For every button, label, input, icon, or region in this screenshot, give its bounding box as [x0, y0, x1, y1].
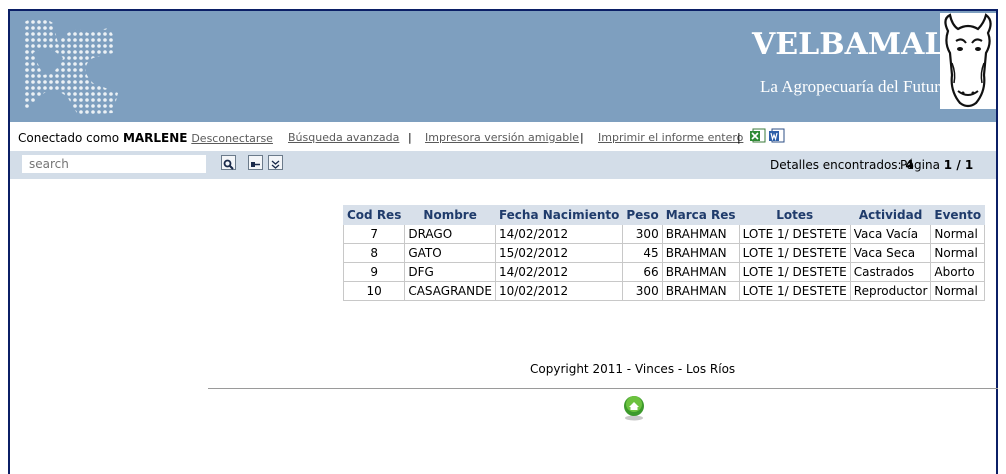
dot-pattern-logo: [23, 18, 118, 115]
excel-export-icon[interactable]: [750, 127, 766, 143]
cell-evento: Normal: [930, 243, 986, 263]
results-count: Detalles encontrados: 4: [770, 158, 914, 172]
table-row: 7 DRAGO 14/02/2012 300 BRAHMAN LOTE 1/ D…: [342, 224, 986, 244]
column-header-actividad[interactable]: Actividad: [849, 205, 932, 225]
header-banner: VELBAMAL La Agropecuaría del Futuro.: [10, 11, 996, 122]
cell-lotes: LOTE 1/ DESTETE: [738, 224, 851, 244]
word-export-icon[interactable]: [769, 127, 785, 143]
cell-fecha-nacimiento: 14/02/2012: [494, 262, 624, 282]
table-row: 8 GATO 15/02/2012 45 BRAHMAN LOTE 1/ DES…: [342, 243, 986, 263]
search-button[interactable]: [221, 155, 236, 170]
brand-title: VELBAMAL: [752, 27, 946, 62]
cell-nombre: DFG: [404, 262, 496, 282]
cell-fecha-nacimiento: 14/02/2012: [494, 224, 624, 244]
cell-cod-res: 7: [342, 224, 406, 244]
cell-nombre: DRAGO: [404, 224, 496, 244]
cell-fecha-nacimiento: 10/02/2012: [494, 281, 624, 301]
cell-peso: 66: [622, 262, 663, 282]
cell-marca-res: BRAHMAN: [661, 262, 740, 282]
cell-marca-res: BRAHMAN: [661, 224, 740, 244]
advanced-search-link[interactable]: Búsqueda avanzada: [288, 131, 399, 144]
print-report-link[interactable]: Imprimir el informe entero: [598, 131, 743, 144]
cell-lotes: LOTE 1/ DESTETE: [738, 281, 851, 301]
cell-actividad: Castrados: [849, 262, 932, 282]
cell-evento: Normal: [930, 224, 986, 244]
cell-peso: 300: [622, 281, 663, 301]
cell-cod-res: 10: [342, 281, 406, 301]
column-header-lotes[interactable]: Lotes: [738, 205, 851, 225]
search-toolbar: Detalles encontrados: 4 Página 1 / 1: [10, 151, 996, 179]
table-row: 10 CASAGRANDE 10/02/2012 300 BRAHMAN LOT…: [342, 281, 986, 301]
magnifier-icon: [223, 159, 234, 170]
cell-actividad: Vaca Vacía: [849, 224, 932, 244]
pagination-info: Página 1 / 1: [900, 158, 973, 172]
cell-cod-res: 8: [342, 243, 406, 263]
link-separator: |: [737, 131, 741, 144]
table-header-row: Cod Res Nombre Fecha Nacimiento Peso Mar…: [342, 205, 986, 225]
brand-subtitle: La Agropecuaría del Futuro.: [760, 77, 953, 96]
cell-peso: 300: [622, 224, 663, 244]
results-table: Cod Res Nombre Fecha Nacimiento Peso Mar…: [342, 205, 986, 301]
cell-nombre: GATO: [404, 243, 496, 263]
cell-marca-res: BRAHMAN: [661, 281, 740, 301]
cell-actividad: Vaca Seca: [849, 243, 932, 263]
page-value: 1 / 1: [943, 158, 974, 172]
show-options-button[interactable]: [248, 155, 263, 170]
page-frame: VELBAMAL La Agropecuaría del Futuro. Con…: [8, 9, 998, 474]
link-bar: Conectado como MARLENE Desconectarse Bús…: [10, 128, 996, 149]
cell-lotes: LOTE 1/ DESTETE: [738, 262, 851, 282]
page-label: Página: [900, 158, 940, 172]
cell-marca-res: BRAHMAN: [661, 243, 740, 263]
cell-nombre: CASAGRANDE: [404, 281, 496, 301]
results-found-label: Detalles encontrados:: [770, 158, 902, 172]
column-header-marca-res[interactable]: Marca Res: [661, 205, 740, 225]
options-icon: [251, 162, 260, 167]
cow-head-logo: [940, 13, 996, 109]
column-header-nombre[interactable]: Nombre: [404, 205, 496, 225]
cell-evento: Normal: [930, 281, 986, 301]
logout-link[interactable]: Desconectarse: [191, 132, 273, 145]
search-input[interactable]: [22, 155, 206, 173]
link-separator: |: [408, 131, 412, 144]
link-separator: |: [580, 131, 584, 144]
home-icon[interactable]: [622, 395, 646, 421]
connected-as-label: Conectado como: [18, 131, 120, 145]
cell-evento: Aborto: [930, 262, 986, 282]
column-header-peso[interactable]: Peso: [622, 205, 663, 225]
cell-actividad: Reproductor: [849, 281, 932, 301]
cell-cod-res: 9: [342, 262, 406, 282]
connection-status: Conectado como MARLENE Desconectarse: [18, 131, 273, 145]
cell-lotes: LOTE 1/ DESTETE: [738, 243, 851, 263]
copyright-text: Copyright 2011 - Vinces - Los Ríos: [530, 362, 736, 376]
column-header-cod-res[interactable]: Cod Res: [342, 205, 406, 225]
column-header-fecha-nacimiento[interactable]: Fecha Nacimiento: [494, 205, 624, 225]
printer-friendly-link[interactable]: Impresora versión amigable: [425, 131, 579, 144]
column-header-evento[interactable]: Evento: [930, 205, 986, 225]
double-chevron-down-icon: [271, 160, 280, 169]
footer-divider: [208, 388, 998, 389]
cell-fecha-nacimiento: 15/02/2012: [494, 243, 624, 263]
expand-search-button[interactable]: [268, 155, 283, 170]
user-name: MARLENE: [122, 131, 188, 145]
cell-peso: 45: [622, 243, 663, 263]
table-row: 9 DFG 14/02/2012 66 BRAHMAN LOTE 1/ DEST…: [342, 262, 986, 282]
